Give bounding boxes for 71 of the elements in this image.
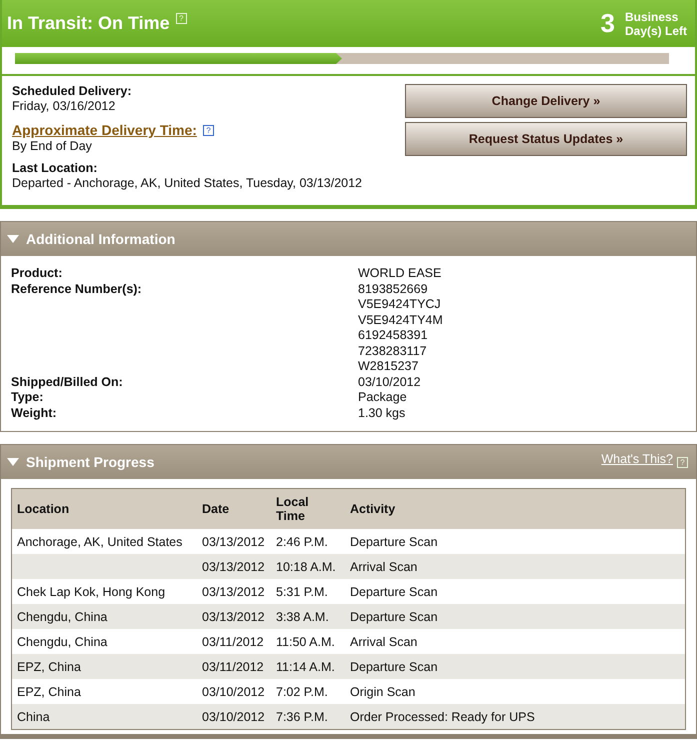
action-button[interactable]: Change Delivery » [405,84,687,118]
whats-this-link[interactable]: What's This? [601,452,673,466]
info-label: Product: [11,266,64,282]
table-cell: Chengdu, China [12,604,197,629]
table-cell: Chek Lap Kok, Hong Kong [12,579,197,604]
collapse-icon[interactable] [7,235,19,243]
days-label: Business Day(s) Left [625,10,688,38]
table-cell: China [12,704,197,730]
table-cell: 03/13/2012 [197,529,271,554]
help-icon[interactable]: ? [176,13,187,24]
info-value: V5E9424TY4M [358,312,444,328]
table-cell: Origin Scan [345,679,686,704]
table-cell: EPZ, China [12,679,197,704]
table-cell: Arrival Scan [345,629,686,654]
field-label: Last Location: [12,161,98,175]
info-value: 7238283117 [358,344,428,359]
table-cell: 11:50 A.M. [271,629,345,654]
table-cell: Departure Scan [345,604,686,629]
info-value: WORLD EASE [358,266,442,282]
field-value: By End of Day [12,138,93,154]
field-value: Departed - Anchorage, AK, United States, Tuesday, 03/13/2012 [12,175,363,191]
table-cell: Arrival Scan [345,554,686,579]
table-cell: Departure Scan [345,654,686,679]
info-label: Weight: [11,406,58,421]
approx-time-link[interactable]: Approximate Delivery Time: [12,122,197,138]
info-value: 8193852669 [358,282,429,297]
column-header: Local Time [271,488,345,529]
section-title: Additional Information [26,231,176,247]
days-count: 3 [600,8,615,39]
help-icon[interactable]: ? [202,124,214,136]
info-label: Shipped/Billed On: [11,374,124,390]
table-cell: 5:31 P.M. [271,579,345,604]
help-icon[interactable]: ? [677,457,688,468]
table-cell: Departure Scan [345,529,686,554]
table-cell: Departure Scan [345,579,686,604]
table-cell: Chengdu, China [12,629,197,654]
table-cell: 7:36 P.M. [271,704,345,730]
table-cell: 03/11/2012 [197,654,271,679]
table-cell: 03/10/2012 [197,704,271,730]
field-value: Friday, 03/16/2012 [12,98,116,114]
info-label: Type: [11,390,44,406]
info-value: Package [358,390,408,406]
table-cell: 2:46 P.M. [271,529,345,554]
action-button[interactable]: Request Status Updates » [405,122,687,156]
table-cell: 03/13/2012 [197,604,271,629]
column-header: Activity [345,488,686,529]
info-value: W2815237 [358,359,420,374]
table-cell: 11:14 A.M. [271,654,345,679]
info-label: Reference Number(s): [11,282,143,298]
table-cell: 10:18 A.M. [271,554,345,579]
info-value: V5E9424TYCJ [358,297,442,312]
section-header[interactable]: Additional Information [1,222,696,256]
table-cell: 03/13/2012 [197,579,271,604]
table-cell: Anchorage, AK, United States [12,529,197,554]
column-header: Date [197,488,271,529]
table-cell: 03/13/2012 [197,554,271,579]
table-cell: 3:38 A.M. [271,604,345,629]
info-value: 1.30 kgs [358,406,406,421]
collapse-icon[interactable] [7,458,19,466]
info-value: 6192458391 [358,328,429,344]
table-cell: Order Processed: Ready for UPS [345,704,686,730]
status-title: In Transit: On Time [7,13,170,34]
info-value: 03/10/2012 [358,374,422,390]
field-label: Scheduled Delivery: [12,84,132,98]
table-cell: EPZ, China [12,654,197,679]
section-header[interactable]: Shipment Progress What's This? ? [1,445,696,479]
table-cell: 7:02 P.M. [271,679,345,704]
section-title: Shipment Progress [26,454,154,470]
column-header: Location [12,488,197,529]
table-cell: 03/11/2012 [197,629,271,654]
table-cell: 03/10/2012 [197,679,271,704]
